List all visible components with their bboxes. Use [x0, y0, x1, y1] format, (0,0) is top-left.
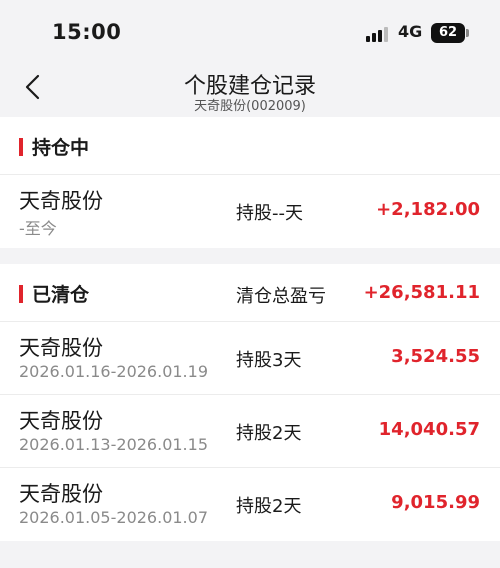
- profit-loss: +2,182.00: [376, 199, 480, 220]
- cleared-row[interactable]: 天奇股份 2026.01.05-2026.01.07 持股2天 9,015.99: [0, 468, 500, 541]
- cleared-row[interactable]: 天奇股份 2026.01.16-2026.01.19 持股3天 3,524.55: [0, 322, 500, 395]
- section-marker: [19, 138, 23, 156]
- cleared-title: 已清仓: [32, 284, 90, 306]
- holding-period: 2026.01.05-2026.01.07: [19, 508, 208, 527]
- stock-name: 天奇股份: [19, 189, 103, 213]
- holding-period: 2026.01.13-2026.01.15: [19, 435, 208, 454]
- network-type: 4G: [398, 22, 423, 41]
- battery-level: 62: [438, 25, 458, 40]
- profit-loss: 9,015.99: [391, 492, 480, 513]
- profit-loss: 14,040.57: [378, 419, 480, 440]
- cleared-header: 已清仓 清仓总盈亏 +26,581.11: [0, 264, 500, 322]
- stock-name: 天奇股份: [19, 336, 103, 360]
- battery-icon: 62: [431, 23, 469, 43]
- profit-loss: 3,524.55: [391, 346, 480, 367]
- held-days: 持股2天: [236, 423, 302, 444]
- stock-name: 天奇股份: [19, 409, 103, 433]
- cleared-section: 已清仓 清仓总盈亏 +26,581.11 天奇股份 2026.01.16-202…: [0, 264, 500, 541]
- held-days: 持股2天: [236, 496, 302, 517]
- section-marker: [19, 285, 23, 303]
- held-days: 持股3天: [236, 350, 302, 371]
- status-bar: 15:00 4G 62: [0, 0, 500, 62]
- nav-bar: 个股建仓记录 天奇股份(002009): [0, 62, 500, 117]
- holding-header: 持仓中: [0, 117, 500, 175]
- total-pnl-label: 清仓总盈亏: [236, 286, 326, 307]
- holding-section: 持仓中 天奇股份 -至今 持股--天 +2,182.00: [0, 117, 500, 248]
- signal-bars-icon: [366, 26, 390, 42]
- cleared-row[interactable]: 天奇股份 2026.01.13-2026.01.15 持股2天 14,040.5…: [0, 395, 500, 468]
- holding-row[interactable]: 天奇股份 -至今 持股--天 +2,182.00: [0, 175, 500, 248]
- total-pnl-value: +26,581.11: [363, 282, 480, 303]
- held-days: 持股--天: [236, 203, 303, 224]
- holding-period: 2026.01.16-2026.01.19: [19, 362, 208, 381]
- page-subtitle: 天奇股份(002009): [194, 99, 306, 114]
- status-time: 15:00: [52, 20, 122, 44]
- holding-period: -至今: [19, 219, 57, 238]
- stock-name: 天奇股份: [19, 482, 103, 506]
- holding-title: 持仓中: [32, 137, 90, 159]
